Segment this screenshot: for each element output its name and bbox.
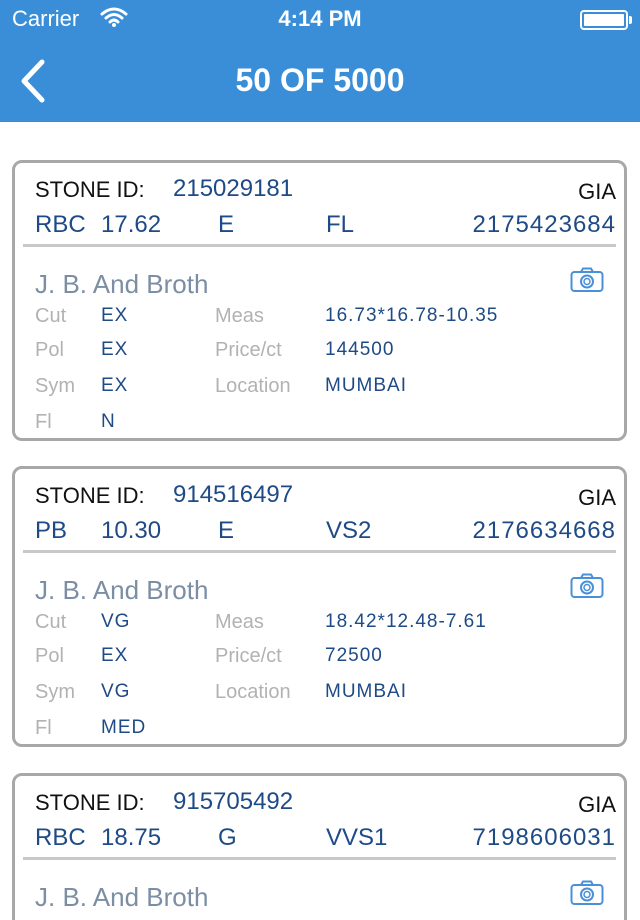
supplier-name: J. B. And Broth [35,269,209,299]
stone-card[interactable]: STONE ID: 914516497 GIA PB 10.30 E VS2 2… [12,466,627,747]
location-label: Location [215,681,291,703]
shape-value: RBC [35,824,86,851]
symmetry-label: Sym [35,681,75,703]
fluorescence-label: Fl [35,717,52,739]
price-value: 72500 [325,645,383,666]
color-grade: E [218,211,235,238]
stone-id-label: STONE ID: [35,177,145,202]
page-title: 50 OF 5000 [235,62,405,98]
cut-value: VG [101,611,131,632]
polish-label: Pol [35,645,64,667]
stone-id-value: 215029181 [173,175,294,202]
stone-id-value: 914516497 [173,481,294,508]
polish-value: EX [101,645,129,666]
supplier-name: J. B. And Broth [35,882,209,912]
stone-card-header: STONE ID: 915705492 GIA RBC 18.75 G VVS1… [23,776,616,860]
stone-id-value: 915705492 [173,788,294,815]
certificate-number: 7198606031 [472,824,616,851]
camera-icon[interactable] [570,267,604,293]
measurements-label: Meas [215,305,264,327]
cut-label: Cut [35,611,67,633]
stone-id-label: STONE ID: [35,483,145,508]
certificate-number: 2175423684 [472,211,616,238]
price-label: Price/ct [215,339,282,361]
camera-icon[interactable] [570,880,604,906]
symmetry-value: EX [101,375,129,396]
cut-value: EX [101,305,129,326]
lab-name: GIA [578,792,616,817]
nav-header: Carrier 4:14 PM 50 OF 5000 [0,0,640,122]
stone-card[interactable]: STONE ID: 915705492 GIA RBC 18.75 G VVS1… [12,773,627,920]
measurements-label: Meas [215,611,264,633]
stone-card-header: STONE ID: 914516497 GIA PB 10.30 E VS2 2… [23,469,616,553]
stone-card-header: STONE ID: 215029181 GIA RBC 17.62 E FL 2… [23,163,616,247]
fluorescence-value: MED [101,717,147,738]
location-value: MUMBAI [325,375,407,396]
supplier-name: J. B. And Broth [35,575,209,605]
battery-icon [580,10,632,30]
cut-label: Cut [35,305,67,327]
clarity-grade: FL [326,211,355,238]
measurements-value: 16.73*16.78-10.35 [325,305,499,326]
price-value: 144500 [325,339,395,360]
location-value: MUMBAI [325,681,407,702]
clarity-grade: VVS1 [326,824,388,851]
lab-name: GIA [578,485,616,510]
shape-value: PB [35,517,68,544]
color-grade: G [218,824,237,851]
price-label: Price/ct [215,645,282,667]
polish-value: EX [101,339,129,360]
fluorescence-label: Fl [35,411,52,433]
camera-icon[interactable] [570,573,604,599]
clarity-grade: VS2 [326,517,372,544]
carat-value: 17.62 [101,211,162,238]
status-bar: Carrier 4:14 PM [0,0,640,40]
certificate-number: 2176634668 [472,517,616,544]
measurements-value: 18.42*12.48-7.61 [325,611,487,632]
location-label: Location [215,375,291,397]
carat-value: 10.30 [101,517,162,544]
symmetry-label: Sym [35,375,75,397]
stone-id-label: STONE ID: [35,790,145,815]
shape-value: RBC [35,211,86,238]
symmetry-value: VG [101,681,131,702]
color-grade: E [218,517,235,544]
polish-label: Pol [35,339,64,361]
status-time: 4:14 PM [278,6,362,31]
lab-name: GIA [578,179,616,204]
stone-card[interactable]: STONE ID: 215029181 GIA RBC 17.62 E FL 2… [12,160,627,441]
carat-value: 18.75 [101,824,162,851]
fluorescence-value: N [101,411,116,432]
